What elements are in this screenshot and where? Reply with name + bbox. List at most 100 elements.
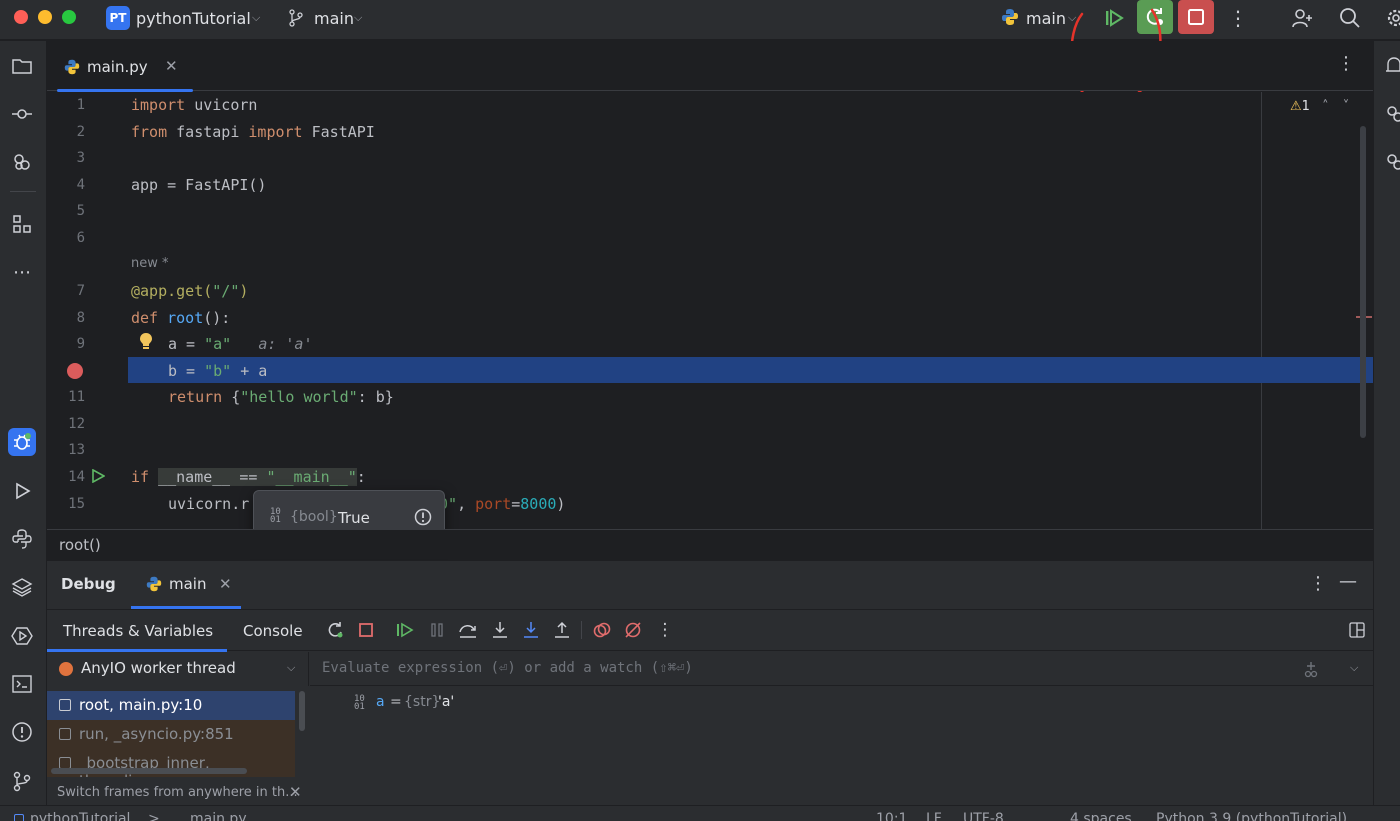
code-line: @app.get("/")	[131, 282, 249, 300]
project-badge[interactable]: PT	[106, 6, 130, 30]
warning-count: 1	[1301, 99, 1310, 114]
window-minimize-button[interactable]	[38, 10, 52, 24]
step-into-button[interactable]	[489, 619, 511, 641]
frames-list: root, main.py:10 run, _asyncio.py:851 _b…	[47, 687, 309, 777]
tab-console[interactable]: Console	[243, 622, 303, 640]
rerun-button[interactable]	[324, 619, 346, 641]
resume-button[interactable]	[394, 619, 416, 641]
pause-button[interactable]	[426, 619, 448, 641]
chevron-down-icon[interactable]: ⌵	[354, 11, 362, 25]
breakpoint-marker[interactable]	[67, 363, 83, 379]
line-number: 7	[76, 283, 85, 299]
terminal-tool-button[interactable]	[8, 670, 36, 698]
view-breakpoints-icon	[593, 622, 611, 638]
minimize-icon[interactable]: —	[1339, 571, 1357, 592]
close-icon[interactable]: ✕	[165, 57, 178, 75]
python-icon[interactable]	[1000, 7, 1020, 27]
more-actions-icon[interactable]: ⋮	[1309, 573, 1327, 594]
structure-tool-button[interactable]	[8, 210, 36, 238]
project-name[interactable]: pythonTutorial	[136, 9, 251, 28]
mute-breakpoints-button[interactable]	[622, 619, 644, 641]
frame-item[interactable]: run, _asyncio.py:851	[47, 720, 295, 749]
more-actions-icon[interactable]: ⋮	[1337, 53, 1355, 74]
thread-selector[interactable]: AnyIO worker thread ⌵	[47, 652, 309, 686]
search-icon[interactable]	[1338, 6, 1362, 30]
plugins-tool-button[interactable]	[8, 148, 36, 176]
chevron-up-icon[interactable]: ˄	[1322, 99, 1329, 114]
session-name: main	[169, 575, 207, 593]
breadcrumb: root()	[47, 529, 1373, 559]
debug-tool-button[interactable]	[8, 428, 36, 456]
frame-label: run, _asyncio.py:851	[79, 725, 234, 743]
step-out-button[interactable]	[551, 619, 573, 641]
chevron-down-icon[interactable]: ⌵	[1350, 661, 1358, 675]
info-icon[interactable]	[414, 508, 432, 526]
step-over-button[interactable]	[457, 619, 479, 641]
python-console-tool-button[interactable]	[8, 525, 36, 553]
run-config-name[interactable]: main	[1026, 9, 1066, 28]
problems-tool-button[interactable]	[8, 718, 36, 746]
frames-vertical-scrollbar[interactable]	[299, 691, 305, 731]
line-number: 11	[68, 389, 85, 405]
rerun-debug-icon	[1146, 8, 1163, 25]
inspections-widget[interactable]: ⚠1 ˄ ˅	[1290, 99, 1349, 114]
run-tool-button[interactable]	[8, 477, 36, 505]
status-line-separator[interactable]: LF	[926, 811, 942, 821]
lightbulb-icon[interactable]	[139, 332, 153, 350]
status-interpreter[interactable]: Python 3.9 (pythonTutorial)	[1156, 811, 1347, 821]
add-user-icon[interactable]	[1290, 6, 1314, 30]
mute-breakpoints-icon	[625, 622, 641, 638]
frames-horizontal-scrollbar[interactable]	[51, 768, 247, 774]
close-icon[interactable]: ✕	[289, 783, 302, 801]
copilot-icon[interactable]	[1384, 151, 1400, 173]
chevron-down-icon[interactable]: ⌵	[252, 11, 260, 25]
status-position[interactable]: 10:1	[876, 811, 907, 821]
chevron-down-icon[interactable]: ⌵	[1068, 11, 1076, 25]
status-project[interactable]: pythonTutorial	[30, 811, 130, 821]
editor-scrollbar[interactable]	[1360, 126, 1366, 438]
services-run-tool-button[interactable]	[8, 622, 36, 650]
status-indent[interactable]: 4 spaces	[1070, 811, 1132, 821]
window-maximize-button[interactable]	[62, 10, 76, 24]
project-tool-button[interactable]	[8, 52, 36, 80]
debug-session-tab[interactable]: main ✕	[131, 561, 241, 609]
tab-threads-variables[interactable]: Threads & Variables	[63, 622, 213, 640]
stop-button[interactable]	[1178, 0, 1214, 34]
code-line: return {"hello world": b}	[168, 388, 394, 406]
run-gutter-icon[interactable]	[91, 469, 105, 483]
services-tool-button[interactable]	[8, 573, 36, 601]
value-type: {bool}	[290, 509, 338, 525]
rerun-debug-button[interactable]	[1137, 0, 1173, 34]
status-encoding[interactable]: UTF-8	[963, 811, 1004, 821]
view-breakpoints-button[interactable]	[591, 619, 613, 641]
close-icon[interactable]: ✕	[219, 575, 232, 593]
more-tools-icon[interactable]: ⋯	[8, 258, 36, 286]
execution-point-highlight	[128, 357, 1373, 383]
ai-assistant-icon[interactable]	[1384, 103, 1400, 125]
more-actions-icon[interactable]: ⋮	[1228, 6, 1248, 30]
code-editor[interactable]: 1 2 3 4 5 6 7 8 9 11 12 13 14 15 import …	[47, 92, 1373, 529]
layout-icon[interactable]	[1349, 622, 1365, 638]
status-file[interactable]: main.py	[190, 811, 247, 821]
git-tool-button[interactable]	[8, 767, 36, 795]
variable-row[interactable]: 10 01 a = {str} 'a'	[310, 687, 1373, 717]
settings-icon[interactable]	[1384, 6, 1400, 30]
commit-tool-button[interactable]	[8, 100, 36, 128]
breadcrumb-item[interactable]: root()	[59, 536, 101, 554]
resume-program-icon[interactable]	[1102, 6, 1126, 30]
window-close-button[interactable]	[14, 10, 28, 24]
chevron-down-icon[interactable]: ˅	[1343, 99, 1350, 114]
branch-icon[interactable]	[288, 9, 304, 27]
evaluate-expression-input[interactable]: Evaluate expression (⏎) or add a watch (…	[310, 652, 1373, 686]
notifications-icon[interactable]	[1384, 55, 1400, 77]
stop-debug-button[interactable]	[355, 619, 377, 641]
line-number: 14	[68, 469, 85, 485]
usage-hint[interactable]: new *	[131, 256, 169, 271]
tab-main-py[interactable]: main.py ✕	[57, 41, 193, 92]
step-into-my-code-button[interactable]	[520, 619, 542, 641]
more-actions-icon[interactable]: ⋮	[654, 619, 676, 641]
add-watch-icon[interactable]	[1302, 660, 1320, 678]
branch-name[interactable]: main	[314, 9, 354, 28]
line-number: 2	[76, 124, 85, 140]
frame-item[interactable]: root, main.py:10	[47, 691, 295, 720]
